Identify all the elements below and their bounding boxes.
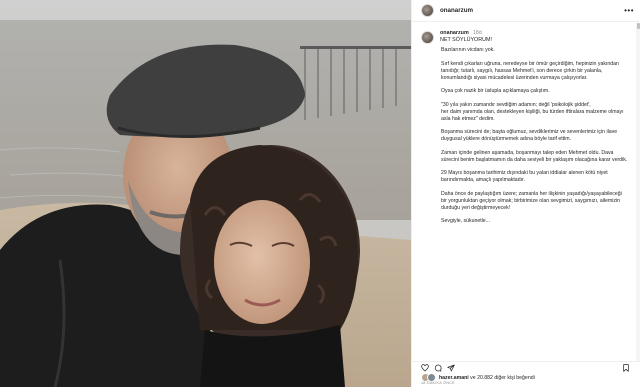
bookmark-icon[interactable] [622,364,630,372]
couple-photo-image [0,0,411,387]
post-photo[interactable] [0,0,411,387]
caption-text: Bazılarının vicdanı yok. Sırf kendi çıka… [441,47,628,225]
post-actions: hazer.amani ve 20.882 diğer kişi beğendi… [412,361,640,387]
heart-icon[interactable] [421,364,429,372]
caption-paragraph: "30 yıla yakın zamandır sevdiğim adamın;… [441,101,624,122]
caption-paragraph: Zaman içinde gelinen aşamada, boşanmayı … [441,149,628,163]
caption-paragraph: Sırf kendi çıkarları uğruna, neredeyse b… [441,60,619,81]
caption-username[interactable]: onanarzum [440,30,469,36]
post-age: 18d [472,30,482,36]
username-link[interactable]: onanarzum [440,7,473,14]
post-detail-panel: onanarzum ••• onanarzum 18d NET SÖYLÜYORU… [411,0,640,387]
avatar[interactable] [421,31,434,44]
liker-username[interactable]: hazer.amani [439,375,469,381]
likes-count-text[interactable]: ve 20.882 diğer kişi beğendi [469,375,535,381]
caption-title: NET SÖYLÜYORUM! [440,37,493,43]
scrollbar-thumb[interactable] [636,23,640,29]
caption-scroll-area[interactable]: onanarzum 18d NET SÖYLÜYORUM! Bazılarının… [412,23,640,361]
comment-icon[interactable] [434,364,442,372]
caption-paragraph: Boşanma sürecini de; başta oğlumuz, sevd… [441,129,618,142]
action-icons-row [412,364,640,372]
post-date[interactable]: 18 DAKİKA ÖNCE [421,381,455,385]
share-icon[interactable] [447,364,455,372]
caption-paragraph: Bazılarının vicdanı yok. [441,47,495,53]
caption-paragraph: Daha önce de paylaştığım üzere; zamanla … [441,190,622,211]
caption-paragraph: Sevgiyle, sükunetle... [441,218,491,224]
more-options-icon[interactable]: ••• [624,6,634,15]
post-header: onanarzum ••• [412,0,640,22]
caption-paragraph: Oysa çok nazik bir üslupla açıklamaya ça… [441,88,550,94]
caption-paragraph: 29 Mayıs boşanma tarihimiz dışındaki bu … [441,170,608,183]
scrollbar-track[interactable] [636,23,640,361]
caption-header: onanarzum 18d NET SÖYLÜYORUM! [412,23,640,44]
avatar[interactable] [421,4,434,17]
